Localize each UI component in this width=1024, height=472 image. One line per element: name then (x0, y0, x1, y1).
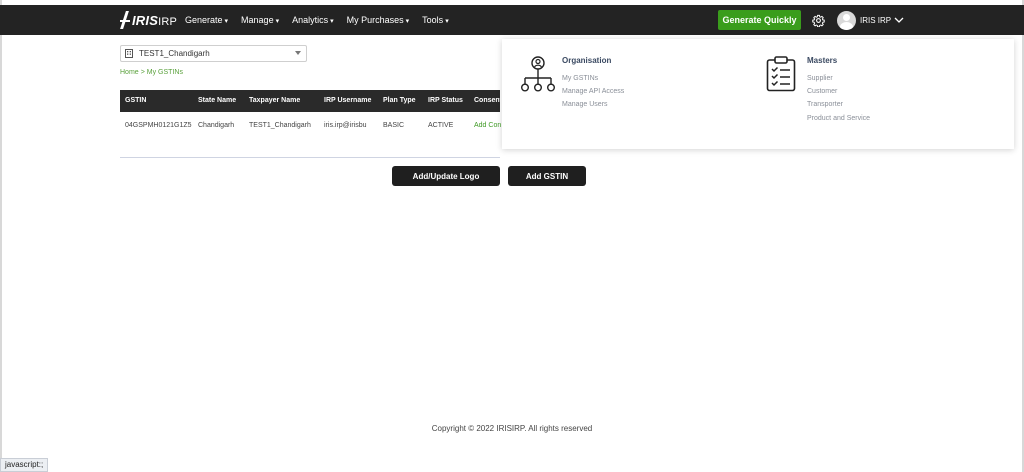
column-header-consent: Consent (474, 97, 502, 104)
menu-item-manage-api-access[interactable]: Manage API Access (562, 88, 624, 95)
clipboard-checklist-icon (766, 56, 796, 92)
caret-down-icon (295, 51, 301, 55)
breadcrumb: Home > My GSTINs (120, 69, 183, 76)
menu-item-customer[interactable]: Customer (807, 88, 837, 95)
menu-item-product-and-service[interactable]: Product and Service (807, 115, 870, 122)
caret-down-icon: ▾ (445, 18, 449, 25)
column-header-irp-status: IRP Status (428, 97, 463, 104)
nav-item-analytics[interactable]: Analytics ▾ (292, 15, 334, 25)
window-edge-left (0, 0, 2, 472)
gear-icon[interactable] (812, 14, 825, 27)
main-menu: Generate ▾ Manage ▾ Analytics ▾ My Purchase… (185, 5, 462, 35)
logo-text: IRISIRP (132, 12, 178, 28)
column-header-irp-username: IRP Username (324, 97, 372, 104)
nav-item-my-purchases[interactable]: My Purchases ▾ (347, 15, 410, 25)
table-divider (120, 157, 500, 158)
column-header-plan-type: Plan Type (383, 97, 416, 104)
gstin-select-value: TEST1_Chandigarh (139, 49, 210, 58)
caret-down-icon: ▾ (330, 18, 334, 25)
user-name: IRIS IRP (860, 15, 892, 25)
avatar (837, 10, 856, 30)
cell-plan-type: BASIC (383, 122, 405, 129)
gstin-select[interactable]: TEST1_Chandigarh (120, 45, 307, 62)
add-gstin-button[interactable]: Add GSTIN (508, 166, 586, 186)
cell-state-name: Chandigarh (198, 122, 235, 129)
gstin-table-header: GSTIN State Name Taxpayer Name IRP Usern… (120, 90, 502, 112)
organisation-icon (521, 56, 556, 92)
column-header-state-name: State Name (198, 97, 237, 104)
cell-taxpayer-name: TEST1_Chandigarh (249, 122, 311, 129)
menu-item-supplier[interactable]: Supplier (807, 75, 833, 82)
caret-down-icon: ▾ (224, 18, 229, 25)
caret-down-icon: ▾ (405, 18, 410, 25)
caret-down-icon: ▾ (275, 18, 280, 25)
menu-item-my-gstins[interactable]: My GSTINs (562, 75, 598, 82)
cell-gstin: 04GSPMH0121G1Z5 (125, 122, 192, 129)
organisation-title: Organisation (562, 56, 612, 65)
column-header-gstin: GSTIN (125, 97, 147, 104)
menu-item-manage-users[interactable]: Manage Users (562, 101, 608, 108)
breadcrumb-current: My GSTINs (146, 69, 183, 76)
add-update-logo-button[interactable]: Add/Update Logo (392, 166, 500, 186)
breadcrumb-home[interactable]: Home (120, 69, 139, 76)
building-icon (125, 49, 133, 58)
chevron-down-icon (894, 17, 904, 23)
cell-irp-status: ACTIVE (428, 122, 454, 129)
manage-dropdown-panel: Organisation My GSTINs Manage API Access… (502, 39, 1014, 149)
column-header-taxpayer-name: Taxpayer Name (249, 97, 301, 104)
cell-irp-username: iris.irp@irisbu (324, 122, 367, 129)
nav-item-tools[interactable]: Tools ▾ (422, 15, 449, 25)
breadcrumb-separator: > (140, 69, 145, 76)
top-navbar: IRISIRP Generate ▾ Manage ▾ Analytics ▾ My … (0, 5, 1024, 35)
generate-quickly-button[interactable]: Generate Quickly (718, 10, 801, 30)
copyright-text: Copyright © 2022 IRISIRP. All rights res… (431, 424, 593, 433)
menu-item-transporter[interactable]: Transporter (807, 101, 843, 108)
nav-item-generate[interactable]: Generate ▾ (185, 15, 228, 25)
user-menu[interactable]: IRIS IRP (837, 10, 904, 30)
brand-logo[interactable]: IRISIRP (120, 9, 177, 31)
nav-item-manage[interactable]: Manage ▾ (241, 15, 279, 25)
masters-title: Masters (807, 56, 838, 65)
browser-status-bar: javascript:; (0, 458, 49, 472)
add-consent-link[interactable]: Add Con (474, 122, 501, 129)
logo-mark-icon (120, 11, 130, 29)
